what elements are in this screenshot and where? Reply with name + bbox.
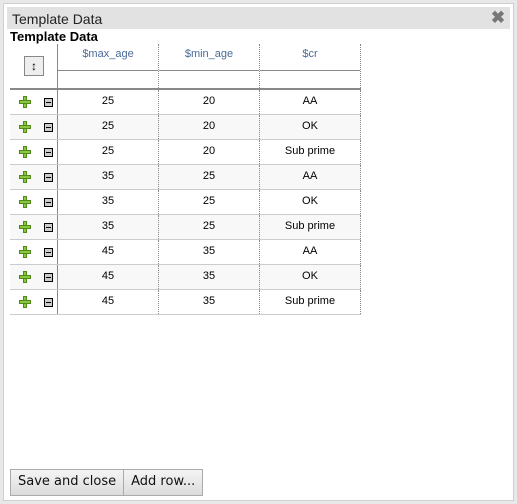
table-cell[interactable]: AA [260,90,361,114]
table-row: 25 20 OK [10,115,361,140]
title-bar: Template Data ✖ [7,7,510,29]
delete-row-icon[interactable] [44,223,53,232]
table-cell[interactable]: 25 [58,90,159,114]
table-cell[interactable]: 45 [58,265,159,289]
add-row-icon[interactable] [19,146,31,158]
table-cell[interactable]: 25 [159,215,260,239]
table-cell[interactable]: Sub prime [260,290,361,314]
column-header-min-age[interactable]: $min_age [159,44,260,88]
row-controls [10,165,58,189]
add-row-icon[interactable] [19,196,31,208]
column-config-icon[interactable]: ↕ [24,56,44,76]
table-row: 45 35 Sub prime [10,290,361,315]
table-cell[interactable]: 20 [159,140,260,164]
table-cell[interactable]: 45 [58,290,159,314]
row-controls [10,290,58,314]
row-controls [10,115,58,139]
table-cell[interactable]: 25 [159,190,260,214]
add-row-icon[interactable] [19,296,31,308]
table-cell[interactable]: OK [260,265,361,289]
delete-row-icon[interactable] [44,198,53,207]
delete-row-icon[interactable] [44,148,53,157]
add-row-button[interactable]: Add row... [124,469,204,496]
grid-header: ↕ $max_age $min_age $cr [10,44,361,90]
delete-row-icon[interactable] [44,98,53,107]
table-row: 25 20 Sub prime [10,140,361,165]
window-title: Template Data [12,11,103,27]
table-row: 45 35 OK [10,265,361,290]
add-row-icon[interactable] [19,246,31,258]
table-row: 25 20 AA [10,90,361,115]
button-bar: Save and close Add row... [10,469,204,496]
table-cell[interactable]: 25 [58,140,159,164]
table-cell[interactable]: 35 [58,165,159,189]
table-cell[interactable]: 20 [159,90,260,114]
table-cell[interactable]: Sub prime [260,215,361,239]
delete-row-icon[interactable] [44,273,53,282]
column-filter[interactable] [58,70,158,88]
table-row: 35 25 OK [10,190,361,215]
table-cell[interactable]: AA [260,165,361,189]
table-cell[interactable]: 35 [58,215,159,239]
add-row-icon[interactable] [19,121,31,133]
template-data-grid: ↕ $max_age $min_age $cr 25 20 AA 25 20 OK 25… [10,44,361,315]
column-header-max-age[interactable]: $max_age [58,44,159,88]
header-control-cell: ↕ [10,44,58,88]
table-cell[interactable]: 45 [58,240,159,264]
grid-body: 25 20 AA 25 20 OK 25 20 Sub prime 35 25 AA 35 25 O… [10,90,361,315]
column-label: $cr [302,48,318,60]
close-icon[interactable]: ✖ [489,9,507,27]
table-row: 45 35 AA [10,240,361,265]
add-row-icon[interactable] [19,96,31,108]
column-label: $max_age [82,48,134,60]
column-label: $min_age [184,48,234,60]
table-cell[interactable]: Sub prime [260,140,361,164]
delete-row-icon[interactable] [44,248,53,257]
table-cell[interactable]: OK [260,190,361,214]
row-controls [10,140,58,164]
table-row: 35 25 AA [10,165,361,190]
table-cell[interactable]: AA [260,240,361,264]
row-controls [10,215,58,239]
table-cell[interactable]: 25 [58,115,159,139]
column-filter[interactable] [159,70,259,88]
delete-row-icon[interactable] [44,173,53,182]
table-cell[interactable]: 35 [159,265,260,289]
add-row-icon[interactable] [19,221,31,233]
table-cell[interactable]: 35 [159,240,260,264]
table-row: 35 25 Sub prime [10,215,361,240]
column-filter[interactable] [260,70,360,88]
row-controls [10,265,58,289]
section-title: Template Data [10,29,98,44]
save-and-close-button[interactable]: Save and close [10,469,125,496]
table-cell[interactable]: 35 [58,190,159,214]
row-controls [10,240,58,264]
table-cell[interactable]: 20 [159,115,260,139]
row-controls [10,190,58,214]
row-controls [10,90,58,114]
table-cell[interactable]: 35 [159,290,260,314]
table-cell[interactable]: 25 [159,165,260,189]
table-cell[interactable]: OK [260,115,361,139]
add-row-icon[interactable] [19,271,31,283]
add-row-icon[interactable] [19,171,31,183]
delete-row-icon[interactable] [44,298,53,307]
delete-row-icon[interactable] [44,123,53,132]
column-header-cr[interactable]: $cr [260,44,361,88]
